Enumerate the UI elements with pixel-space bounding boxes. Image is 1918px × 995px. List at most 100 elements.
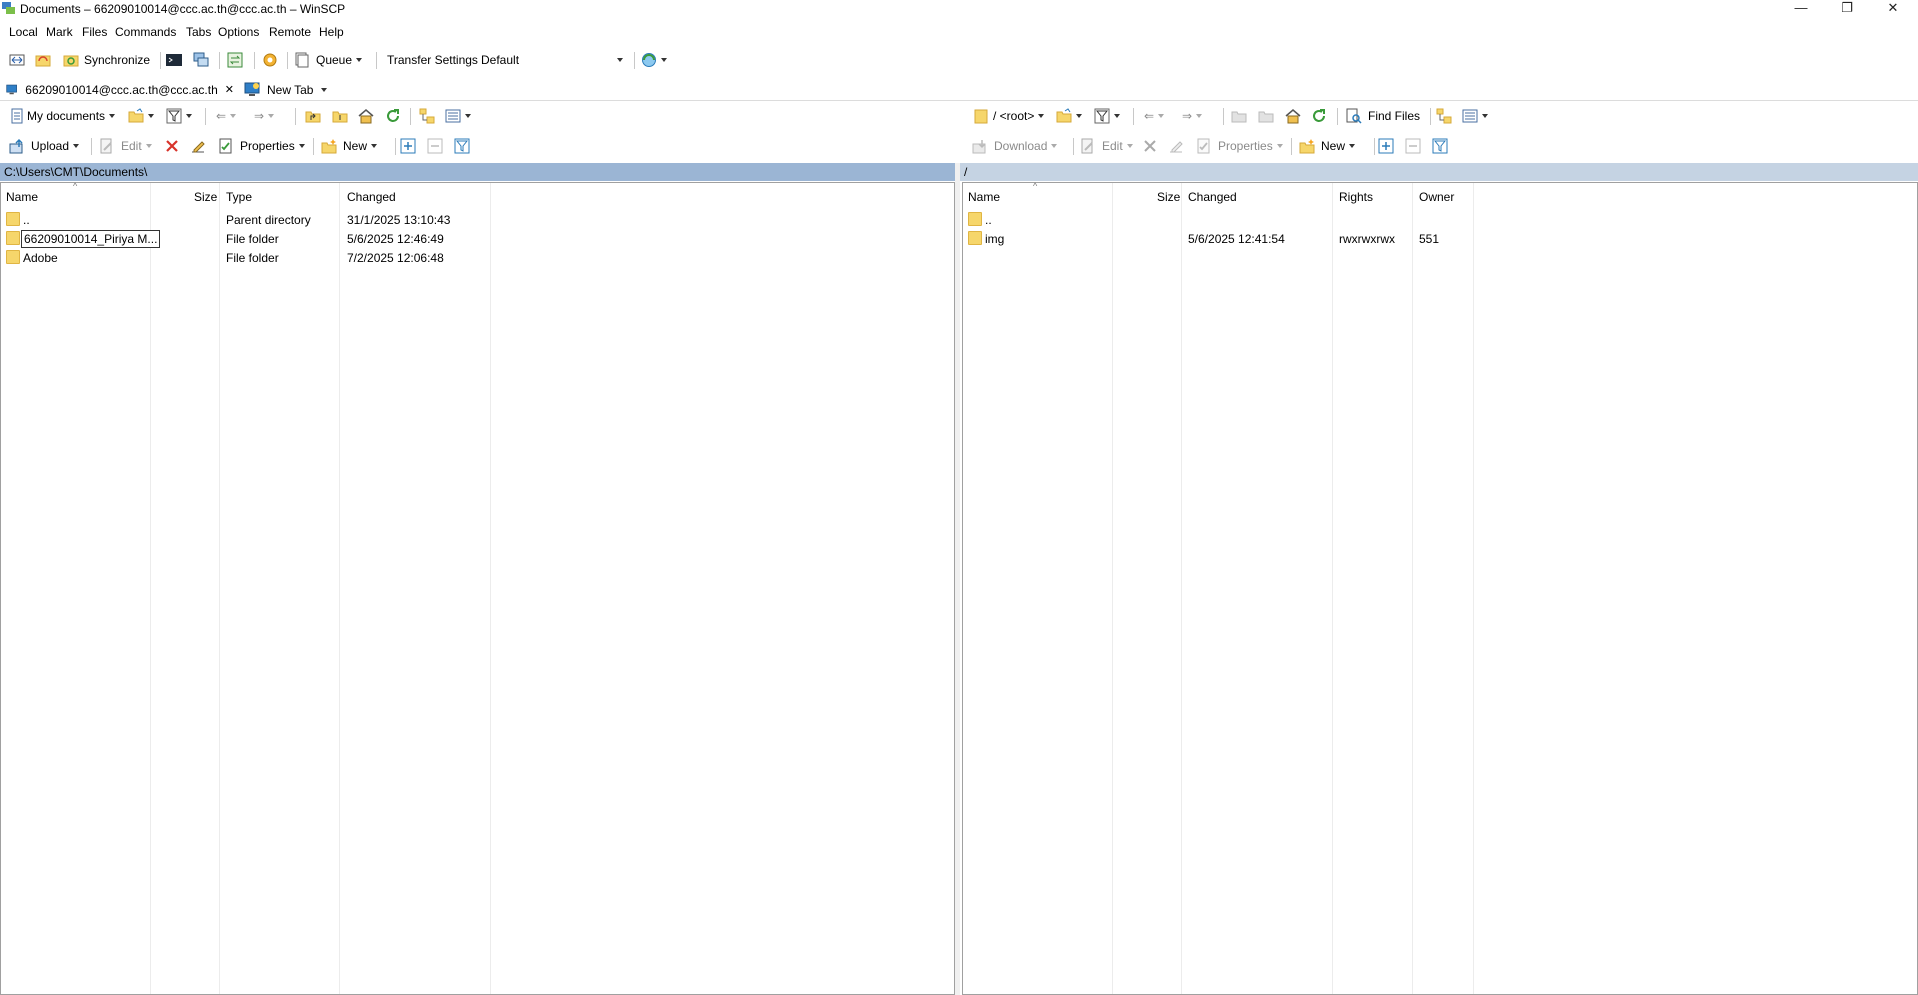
folder-icon xyxy=(974,109,988,124)
toolbar-separator xyxy=(1133,108,1134,125)
left-rename-button[interactable] xyxy=(190,136,206,156)
right-select-files-button[interactable] xyxy=(1378,136,1394,156)
menu-commands[interactable]: Commands xyxy=(115,25,176,39)
close-window-button[interactable]: ✕ xyxy=(1873,0,1913,18)
left-parent-directory-button[interactable] xyxy=(305,106,321,126)
download-button: Download xyxy=(972,136,1058,156)
right-file-toolbar: Download Edit Properties New xyxy=(960,134,1918,158)
find-files-button[interactable]: Find Files xyxy=(1346,106,1420,126)
chevron-down-icon xyxy=(1126,144,1133,148)
toolbar-separator xyxy=(1291,138,1292,155)
file-type: File folder xyxy=(226,251,279,265)
upload-button[interactable]: Upload xyxy=(9,136,80,156)
column-changed[interactable]: Changed xyxy=(347,190,396,204)
right-path-bar[interactable]: / xyxy=(960,163,1918,181)
left-file-panel[interactable]: Name ^ Size Type Changed .. Parent direc… xyxy=(0,181,956,995)
table-row[interactable]: .. xyxy=(963,210,1917,229)
menu-files[interactable]: Files xyxy=(82,25,107,39)
tab-new[interactable]: New Tab xyxy=(244,80,334,99)
synchronize-browsing-button[interactable] xyxy=(35,50,51,70)
table-row[interactable]: img 5/6/2025 12:41:54 rwxrwxrwx 551 xyxy=(963,229,1917,248)
documents-icon xyxy=(11,108,23,124)
left-properties-button[interactable]: Properties xyxy=(218,136,305,156)
parent-folder-icon xyxy=(1231,111,1247,123)
properties-icon xyxy=(219,138,232,154)
right-tree-button[interactable] xyxy=(1436,106,1452,126)
table-row[interactable]: 66209010014_Piriya M... File folder 5/6/… xyxy=(1,229,954,248)
column-rights[interactable]: Rights xyxy=(1339,190,1373,204)
column-name[interactable]: Name xyxy=(968,190,1000,204)
edit-icon xyxy=(100,138,112,154)
open-terminal-button[interactable] xyxy=(166,50,182,70)
menu-mark[interactable]: Mark xyxy=(46,25,73,39)
left-select-files-button[interactable] xyxy=(400,136,416,156)
right-refresh-button[interactable] xyxy=(1311,106,1327,126)
left-forward-button: ⇒ xyxy=(254,106,275,126)
panel-splitter[interactable] xyxy=(955,163,960,995)
new-tab-computer-icon xyxy=(244,82,260,96)
close-tab-icon[interactable]: ✕ xyxy=(225,83,234,96)
menu-remote[interactable]: Remote xyxy=(269,25,311,39)
file-owner: 551 xyxy=(1419,232,1440,246)
left-home-button[interactable] xyxy=(358,106,374,126)
menu-options[interactable]: Options xyxy=(218,25,259,39)
rename-icon xyxy=(1170,141,1183,153)
column-size[interactable]: Size xyxy=(1157,190,1180,204)
column-divider xyxy=(150,183,151,994)
toolbar-separator xyxy=(634,52,635,69)
left-refresh-button[interactable] xyxy=(385,106,401,126)
column-type[interactable]: Type xyxy=(226,190,252,204)
column-size[interactable]: Size xyxy=(194,190,217,204)
left-path-bar[interactable]: C:\Users\CMT\Documents\ xyxy=(0,163,955,181)
left-root-directory-button[interactable] xyxy=(332,106,348,126)
window-title: Documents – 66209010014@ccc.ac.th@ccc.ac… xyxy=(20,2,346,16)
synchronize-button[interactable]: Synchronize xyxy=(63,50,150,70)
restore-button[interactable]: ❐ xyxy=(1827,0,1867,18)
column-name[interactable]: Name xyxy=(6,190,38,204)
right-parent-directory-button xyxy=(1231,106,1247,126)
putty-icon xyxy=(193,52,209,67)
column-divider xyxy=(1112,183,1113,994)
right-filter-button[interactable] xyxy=(1094,106,1120,126)
file-name: .. xyxy=(23,213,30,227)
left-view-button[interactable] xyxy=(445,106,471,126)
minus-icon xyxy=(1405,138,1421,154)
open-putty-button[interactable] xyxy=(193,50,209,70)
table-row[interactable]: .. Parent directory 31/1/2025 13:10:43 xyxy=(1,210,954,229)
reconnect-button[interactable] xyxy=(641,50,667,70)
left-new-button[interactable]: New xyxy=(321,136,378,156)
menu-local[interactable]: Local xyxy=(9,25,38,39)
home-icon xyxy=(1285,109,1301,124)
transfer-queue-button[interactable] xyxy=(227,50,243,70)
preferences-button[interactable] xyxy=(262,50,278,70)
left-column-headers: Name ^ Size Type Changed xyxy=(1,181,956,211)
view-list-icon xyxy=(1462,109,1478,123)
right-home-button[interactable] xyxy=(1285,106,1301,126)
right-file-panel[interactable]: Name ^ Size Changed Rights Owner .. img … xyxy=(962,181,1918,995)
parent-folder-icon xyxy=(968,212,982,226)
chevron-down-icon xyxy=(1051,144,1058,148)
toolbar-separator xyxy=(395,138,396,155)
left-open-directory-button[interactable] xyxy=(128,106,154,126)
right-view-button[interactable] xyxy=(1462,106,1488,126)
column-changed[interactable]: Changed xyxy=(1188,190,1237,204)
minimize-button[interactable]: — xyxy=(1781,0,1821,18)
transfer-settings-select[interactable]: Default xyxy=(478,50,628,70)
left-filter-select-button[interactable] xyxy=(454,136,470,156)
right-open-directory-button[interactable] xyxy=(1056,106,1082,126)
left-filter-button[interactable] xyxy=(166,106,192,126)
file-rights: rwxrwxrwx xyxy=(1339,232,1395,246)
tab-session[interactable]: 66209010014@ccc.ac.th@ccc.ac.th ✕ xyxy=(6,80,234,99)
left-delete-button[interactable] xyxy=(164,136,180,156)
right-location-select[interactable]: / <root> xyxy=(973,106,1056,126)
left-location-select[interactable]: My documents xyxy=(9,106,121,126)
right-filter-select-button[interactable] xyxy=(1432,136,1448,156)
table-row[interactable]: Adobe File folder 7/2/2025 12:06:48 xyxy=(1,248,954,267)
menu-tabs[interactable]: Tabs xyxy=(186,25,211,39)
right-new-button[interactable]: New xyxy=(1299,136,1356,156)
left-tree-button[interactable] xyxy=(419,106,435,126)
column-owner[interactable]: Owner xyxy=(1419,190,1454,204)
compare-directories-button[interactable] xyxy=(9,50,25,70)
queue-button[interactable]: Queue xyxy=(294,50,363,70)
menu-help[interactable]: Help xyxy=(319,25,344,39)
